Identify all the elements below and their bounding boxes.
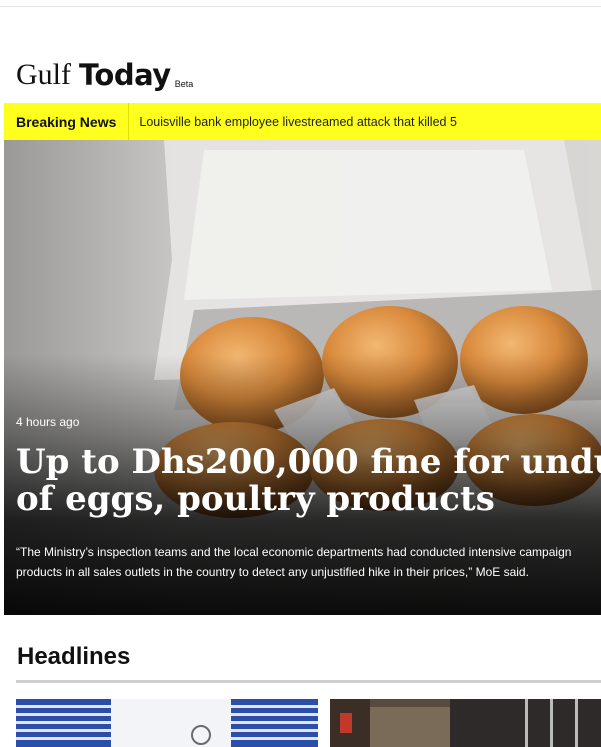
building-image: [16, 699, 318, 747]
logo-today-text: Today: [79, 58, 171, 92]
hero-headline-line1: Up to Dhs200,000 fine for undue h: [16, 442, 601, 482]
breaking-news-link[interactable]: Louisville bank employee livestreamed at…: [129, 115, 457, 129]
breaking-news-label: Breaking News: [4, 103, 130, 140]
logo-gulf-text: Gulf: [16, 58, 71, 91]
headline-card-2-image[interactable]: [330, 699, 601, 747]
headlines-divider: [16, 680, 601, 683]
headlines-section-title: Headlines: [17, 643, 131, 670]
site-logo[interactable]: Gulf Today Beta: [16, 50, 193, 90]
store-image: [330, 699, 601, 747]
hero-summary: “The Ministry’s inspection teams and the…: [16, 542, 601, 582]
hero-article[interactable]: 4 hours ago Up to Dhs200,000 fine for un…: [4, 140, 601, 615]
breaking-news-ticker: Breaking News Louisville bank employee l…: [4, 103, 601, 140]
logo-beta-badge: Beta: [174, 79, 194, 89]
hero-headline[interactable]: Up to Dhs200,000 fine for undue h of egg…: [16, 444, 601, 518]
headline-card-1-image[interactable]: [16, 699, 318, 747]
hero-timestamp: 4 hours ago: [16, 415, 80, 429]
top-divider: [0, 6, 601, 7]
hero-summary-line2: products in all sales outlets in the cou…: [16, 565, 529, 579]
hero-headline-line2: of eggs, poultry products: [16, 479, 495, 519]
hero-summary-line1: “The Ministry’s inspection teams and the…: [16, 545, 572, 559]
